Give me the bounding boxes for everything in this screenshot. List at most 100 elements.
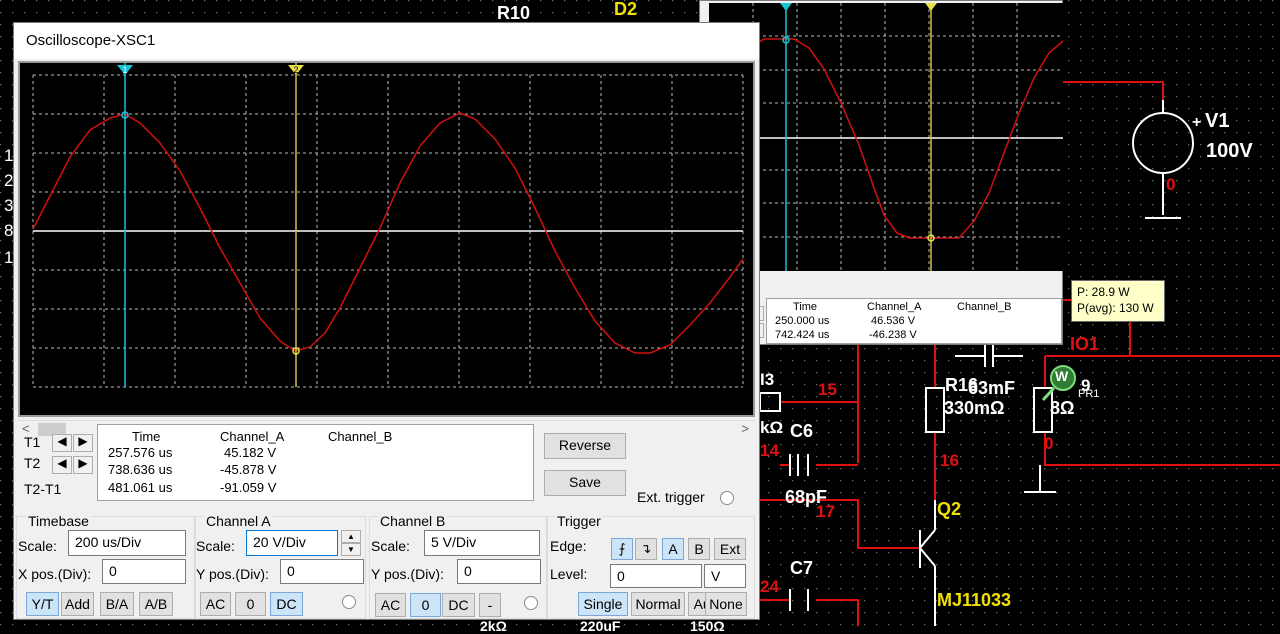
scope-screen[interactable]: 1 2 bbox=[18, 61, 755, 417]
header-channel-a: Channel_A bbox=[220, 429, 285, 444]
x-pos-field[interactable]: 0 bbox=[102, 559, 186, 584]
yt-mode-button[interactable]: Y/T bbox=[26, 592, 59, 616]
falling-edge-icon[interactable]: ↴ bbox=[635, 538, 657, 560]
c6-label: C6 bbox=[790, 421, 814, 441]
channel-b-scale-field[interactable]: 5 V/Div bbox=[424, 530, 540, 556]
t2-time: 738.636 us bbox=[108, 462, 173, 477]
channel-a-ypos-field[interactable]: 0 bbox=[280, 559, 364, 584]
col-channel-a: Channel_A bbox=[867, 301, 922, 313]
t2-channel-a-secondary: -46.238 V bbox=[869, 329, 917, 341]
net-0-source: 0 bbox=[1166, 175, 1176, 194]
channel-b-dc-button[interactable]: DC bbox=[442, 593, 475, 617]
x-pos-label: X pos.(Div): bbox=[18, 566, 92, 582]
edge-b-button[interactable]: B bbox=[688, 538, 710, 560]
bottom-fragment-1: 2kΩ bbox=[480, 618, 507, 634]
t2-left-arrow-icon[interactable]: ◀ bbox=[52, 456, 72, 474]
net-24: 24 bbox=[760, 577, 779, 596]
t2-t1-label: T2-T1 bbox=[24, 481, 62, 497]
ba-mode-button[interactable]: B/A bbox=[100, 592, 134, 616]
ab-mode-button[interactable]: A/B bbox=[139, 592, 173, 616]
d2-label: D2 bbox=[614, 0, 638, 19]
cursor-readout-table: Time Channel_A Channel_B 257.576 us 45.1… bbox=[97, 424, 534, 501]
v1-label: V1 bbox=[1205, 110, 1230, 132]
level-label: Level: bbox=[550, 566, 588, 582]
net-io1: IO1 bbox=[1070, 334, 1100, 354]
timebase-scale-field[interactable]: 200 us/Div bbox=[68, 530, 186, 556]
single-mode-button[interactable]: Single bbox=[578, 592, 628, 616]
channel-b-radio[interactable] bbox=[524, 596, 538, 610]
probe-letter: W bbox=[1055, 368, 1069, 384]
header-channel-b: Channel_B bbox=[328, 429, 393, 444]
r16-value: 330mΩ bbox=[944, 398, 1005, 418]
reverse-button[interactable]: Reverse bbox=[544, 433, 626, 459]
edge-a-button[interactable]: A bbox=[662, 538, 684, 560]
channel-a-scale-label: Scale: bbox=[196, 538, 235, 554]
v1-plus: + bbox=[1192, 114, 1202, 131]
net-17: 17 bbox=[816, 502, 835, 521]
cap-value: 63mF bbox=[968, 378, 1016, 398]
t1-time-secondary: 250.000 us bbox=[775, 315, 830, 327]
t2-channel-a: -45.878 V bbox=[220, 462, 277, 477]
channel-b-zero-button[interactable]: 0 bbox=[410, 593, 441, 617]
tooltip-power: P: 28.9 W bbox=[1077, 285, 1130, 299]
t2-label: T2 bbox=[24, 455, 41, 471]
header-time: Time bbox=[132, 429, 161, 444]
scroll-right-arrow-icon[interactable]: > bbox=[741, 421, 749, 436]
add-mode-button[interactable]: Add bbox=[61, 592, 94, 616]
t1-label: T1 bbox=[24, 434, 41, 450]
cursor-2-number: 2 bbox=[293, 65, 298, 75]
channel-b-ypos-label: Y pos.(Div): bbox=[371, 566, 444, 582]
bottom-fragment-3: 150Ω bbox=[690, 618, 725, 634]
bottom-fragment-2: 220uF bbox=[580, 618, 621, 634]
channel-a-scale-down-icon[interactable]: ▼ bbox=[341, 543, 361, 556]
channel-b-ac-button[interactable]: AC bbox=[375, 593, 406, 617]
net-14: 14 bbox=[760, 441, 779, 460]
transistor-part-label: MJ11033 bbox=[937, 590, 1012, 610]
save-button[interactable]: Save bbox=[544, 470, 626, 496]
normal-mode-button[interactable]: Normal bbox=[631, 592, 685, 616]
t1-left-arrow-icon[interactable]: ◀ bbox=[52, 434, 72, 452]
load-value: 8Ω bbox=[1050, 398, 1075, 418]
r13-value: kΩ bbox=[760, 418, 784, 437]
scope-screen-secondary[interactable] bbox=[709, 3, 1063, 271]
oscilloscope-window[interactable]: Oscilloscope-XSC1 1 2 < > T1 T2 T2-T1 ◀ … bbox=[13, 22, 760, 620]
channel-a-title: Channel A bbox=[204, 513, 273, 529]
channel-b-minus-button[interactable]: - bbox=[479, 593, 501, 617]
tooltip-avg-power: P(avg): 130 W bbox=[1077, 301, 1154, 315]
net-15: 15 bbox=[818, 380, 837, 399]
channel-a-scale-field[interactable]: 20 V/Div bbox=[246, 530, 338, 556]
t2-t1-channel-a: -91.059 V bbox=[220, 480, 277, 495]
q2-label: Q2 bbox=[937, 499, 962, 519]
cursor-readout-secondary: Time Channel_A Channel_B 250.000 us 46.5… bbox=[766, 298, 1062, 344]
edge-ext-button[interactable]: Ext bbox=[714, 538, 746, 560]
net-16: 16 bbox=[940, 451, 959, 470]
probe-label: PR1 bbox=[1078, 388, 1100, 400]
title-bar[interactable]: Oscilloscope-XSC1 bbox=[14, 23, 759, 59]
trigger-title: Trigger bbox=[555, 513, 603, 529]
c7-label: C7 bbox=[790, 558, 814, 578]
window-title: Oscilloscope-XSC1 bbox=[26, 32, 156, 49]
channel-b-scale-label: Scale: bbox=[371, 538, 410, 554]
r10-label: R10 bbox=[497, 3, 531, 23]
t1-channel-a: 45.182 V bbox=[224, 445, 277, 460]
channel-a-ypos-label: Y pos.(Div): bbox=[196, 566, 269, 582]
t1-right-arrow-icon[interactable]: ▶ bbox=[73, 434, 93, 452]
col-time: Time bbox=[793, 301, 818, 313]
channel-a-scale-up-icon[interactable]: ▲ bbox=[341, 530, 361, 543]
level-field[interactable]: 0 bbox=[610, 564, 702, 588]
channel-b-ypos-field[interactable]: 0 bbox=[457, 559, 541, 584]
level-unit-field[interactable]: V bbox=[704, 564, 746, 588]
channel-a-radio[interactable] bbox=[342, 595, 356, 609]
net-0-load: 0 bbox=[1044, 434, 1054, 453]
col-channel-b: Channel_B bbox=[957, 301, 1012, 313]
ext-trigger-radio[interactable] bbox=[720, 491, 734, 505]
t2-t1-time: 481.061 us bbox=[108, 480, 173, 495]
ext-trigger-label: Ext. trigger bbox=[637, 489, 705, 505]
t2-right-arrow-icon[interactable]: ▶ bbox=[73, 456, 93, 474]
channel-a-dc-button[interactable]: DC bbox=[270, 592, 303, 616]
channel-a-ac-button[interactable]: AC bbox=[200, 592, 231, 616]
channel-a-zero-button[interactable]: 0 bbox=[235, 592, 266, 616]
r13-label: I3 bbox=[760, 370, 775, 389]
rising-edge-icon[interactable]: ⨍ bbox=[611, 538, 633, 560]
none-mode-button[interactable]: None bbox=[705, 592, 747, 616]
